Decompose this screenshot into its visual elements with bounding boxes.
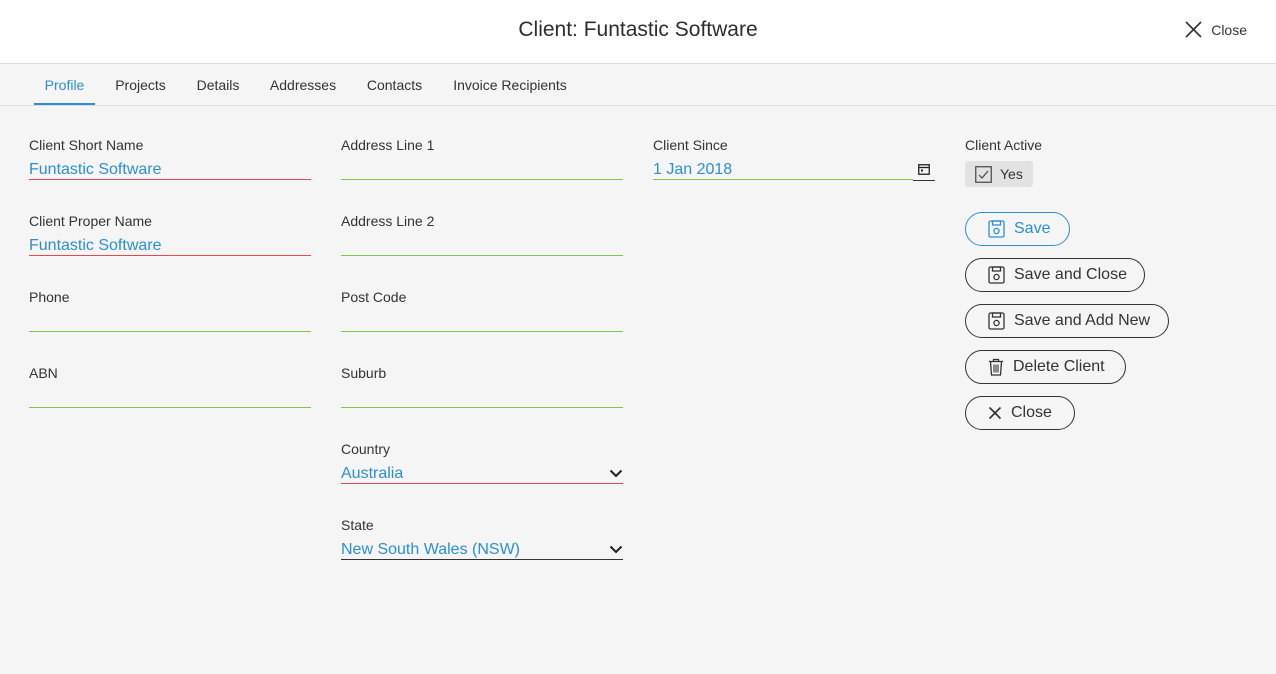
- suburb-label: Suburb: [341, 365, 387, 381]
- save-and-close-button[interactable]: Save and Close: [965, 258, 1145, 292]
- save-and-close-label: Save and Close: [1014, 266, 1127, 283]
- abn-label: ABN: [29, 365, 58, 381]
- client-active-value: Yes: [1000, 166, 1023, 182]
- abn-underline: [29, 407, 311, 408]
- client-short-name-field[interactable]: Client Short Name Funtastic Software: [29, 137, 311, 181]
- save-label: Save: [1014, 220, 1051, 237]
- tab-invoice-recipients[interactable]: Invoice Recipients: [446, 64, 574, 105]
- country-value[interactable]: Australia: [341, 465, 403, 483]
- address-line-2-underline: [341, 255, 623, 256]
- delete-client-label: Delete Client: [1013, 358, 1105, 375]
- client-short-name-label: Client Short Name: [29, 137, 144, 153]
- checkbox-checked-icon: [975, 165, 992, 183]
- client-since-label: Client Since: [653, 137, 728, 153]
- close-button[interactable]: Close: [965, 396, 1075, 430]
- tab-profile[interactable]: Profile: [34, 64, 95, 105]
- client-proper-name-underline: [29, 255, 311, 256]
- client-since-field[interactable]: Client Since 1 Jan 2018: [653, 137, 935, 181]
- client-active-field: Client Active: [965, 137, 1165, 157]
- client-proper-name-input[interactable]: Funtastic Software: [29, 237, 162, 255]
- client-short-name-input[interactable]: Funtastic Software: [29, 161, 162, 179]
- close-label: Close: [1011, 404, 1052, 421]
- country-underline: [341, 483, 623, 484]
- phone-underline: [29, 331, 311, 332]
- phone-field[interactable]: Phone: [29, 289, 311, 333]
- client-since-input[interactable]: 1 Jan 2018: [653, 161, 732, 179]
- date-picker-button[interactable]: [913, 159, 935, 181]
- save-button[interactable]: Save: [965, 212, 1070, 246]
- client-active-toggle[interactable]: Yes: [965, 161, 1033, 187]
- address-line-1-label: Address Line 1: [341, 137, 435, 153]
- chevron-down-icon[interactable]: [609, 469, 623, 478]
- tab-contacts[interactable]: Contacts: [360, 64, 429, 105]
- header-close-button[interactable]: Close: [1185, 21, 1247, 38]
- client-active-label: Client Active: [965, 137, 1043, 153]
- tab-addresses[interactable]: Addresses: [262, 64, 344, 105]
- tab-projects[interactable]: Projects: [110, 64, 171, 105]
- tab-bar: Profile Projects Details Addresses Conta…: [0, 64, 1276, 106]
- close-icon: [988, 406, 1002, 420]
- dialog-header: Client: Funtastic Software Close: [0, 0, 1276, 64]
- save-and-add-new-button[interactable]: Save and Add New: [965, 304, 1169, 338]
- address-line-1-underline: [341, 179, 623, 180]
- save-and-add-new-label: Save and Add New: [1014, 312, 1151, 329]
- post-code-field[interactable]: Post Code: [341, 289, 623, 333]
- state-label: State: [341, 517, 374, 533]
- country-label: Country: [341, 441, 391, 457]
- phone-label: Phone: [29, 289, 70, 305]
- trash-icon: [989, 358, 1003, 376]
- post-code-underline: [341, 331, 623, 332]
- client-since-underline: [653, 179, 913, 180]
- address-line-2-label: Address Line 2: [341, 213, 435, 229]
- suburb-field[interactable]: Suburb: [341, 365, 623, 409]
- save-icon: [988, 266, 1005, 284]
- tab-details[interactable]: Details: [190, 64, 246, 105]
- save-icon: [988, 312, 1005, 330]
- delete-client-button[interactable]: Delete Client: [965, 350, 1126, 384]
- dialog-title: Client: Funtastic Software: [518, 18, 758, 41]
- client-short-name-underline: [29, 179, 311, 180]
- suburb-underline: [341, 407, 623, 408]
- abn-field[interactable]: ABN: [29, 365, 311, 409]
- chevron-down-icon[interactable]: [609, 545, 623, 554]
- close-icon: [1185, 21, 1202, 38]
- post-code-label: Post Code: [341, 289, 407, 305]
- country-select[interactable]: Country Australia: [341, 441, 623, 485]
- client-proper-name-label: Client Proper Name: [29, 213, 152, 229]
- state-value[interactable]: New South Wales (NSW): [341, 541, 520, 559]
- client-proper-name-field[interactable]: Client Proper Name Funtastic Software: [29, 213, 311, 257]
- state-select[interactable]: State New South Wales (NSW): [341, 517, 623, 561]
- calendar-icon: [918, 164, 930, 175]
- state-underline: [341, 559, 623, 560]
- header-close-label: Close: [1211, 21, 1247, 38]
- save-icon: [988, 220, 1005, 238]
- address-line-1-field[interactable]: Address Line 1: [341, 137, 623, 181]
- address-line-2-field[interactable]: Address Line 2: [341, 213, 623, 257]
